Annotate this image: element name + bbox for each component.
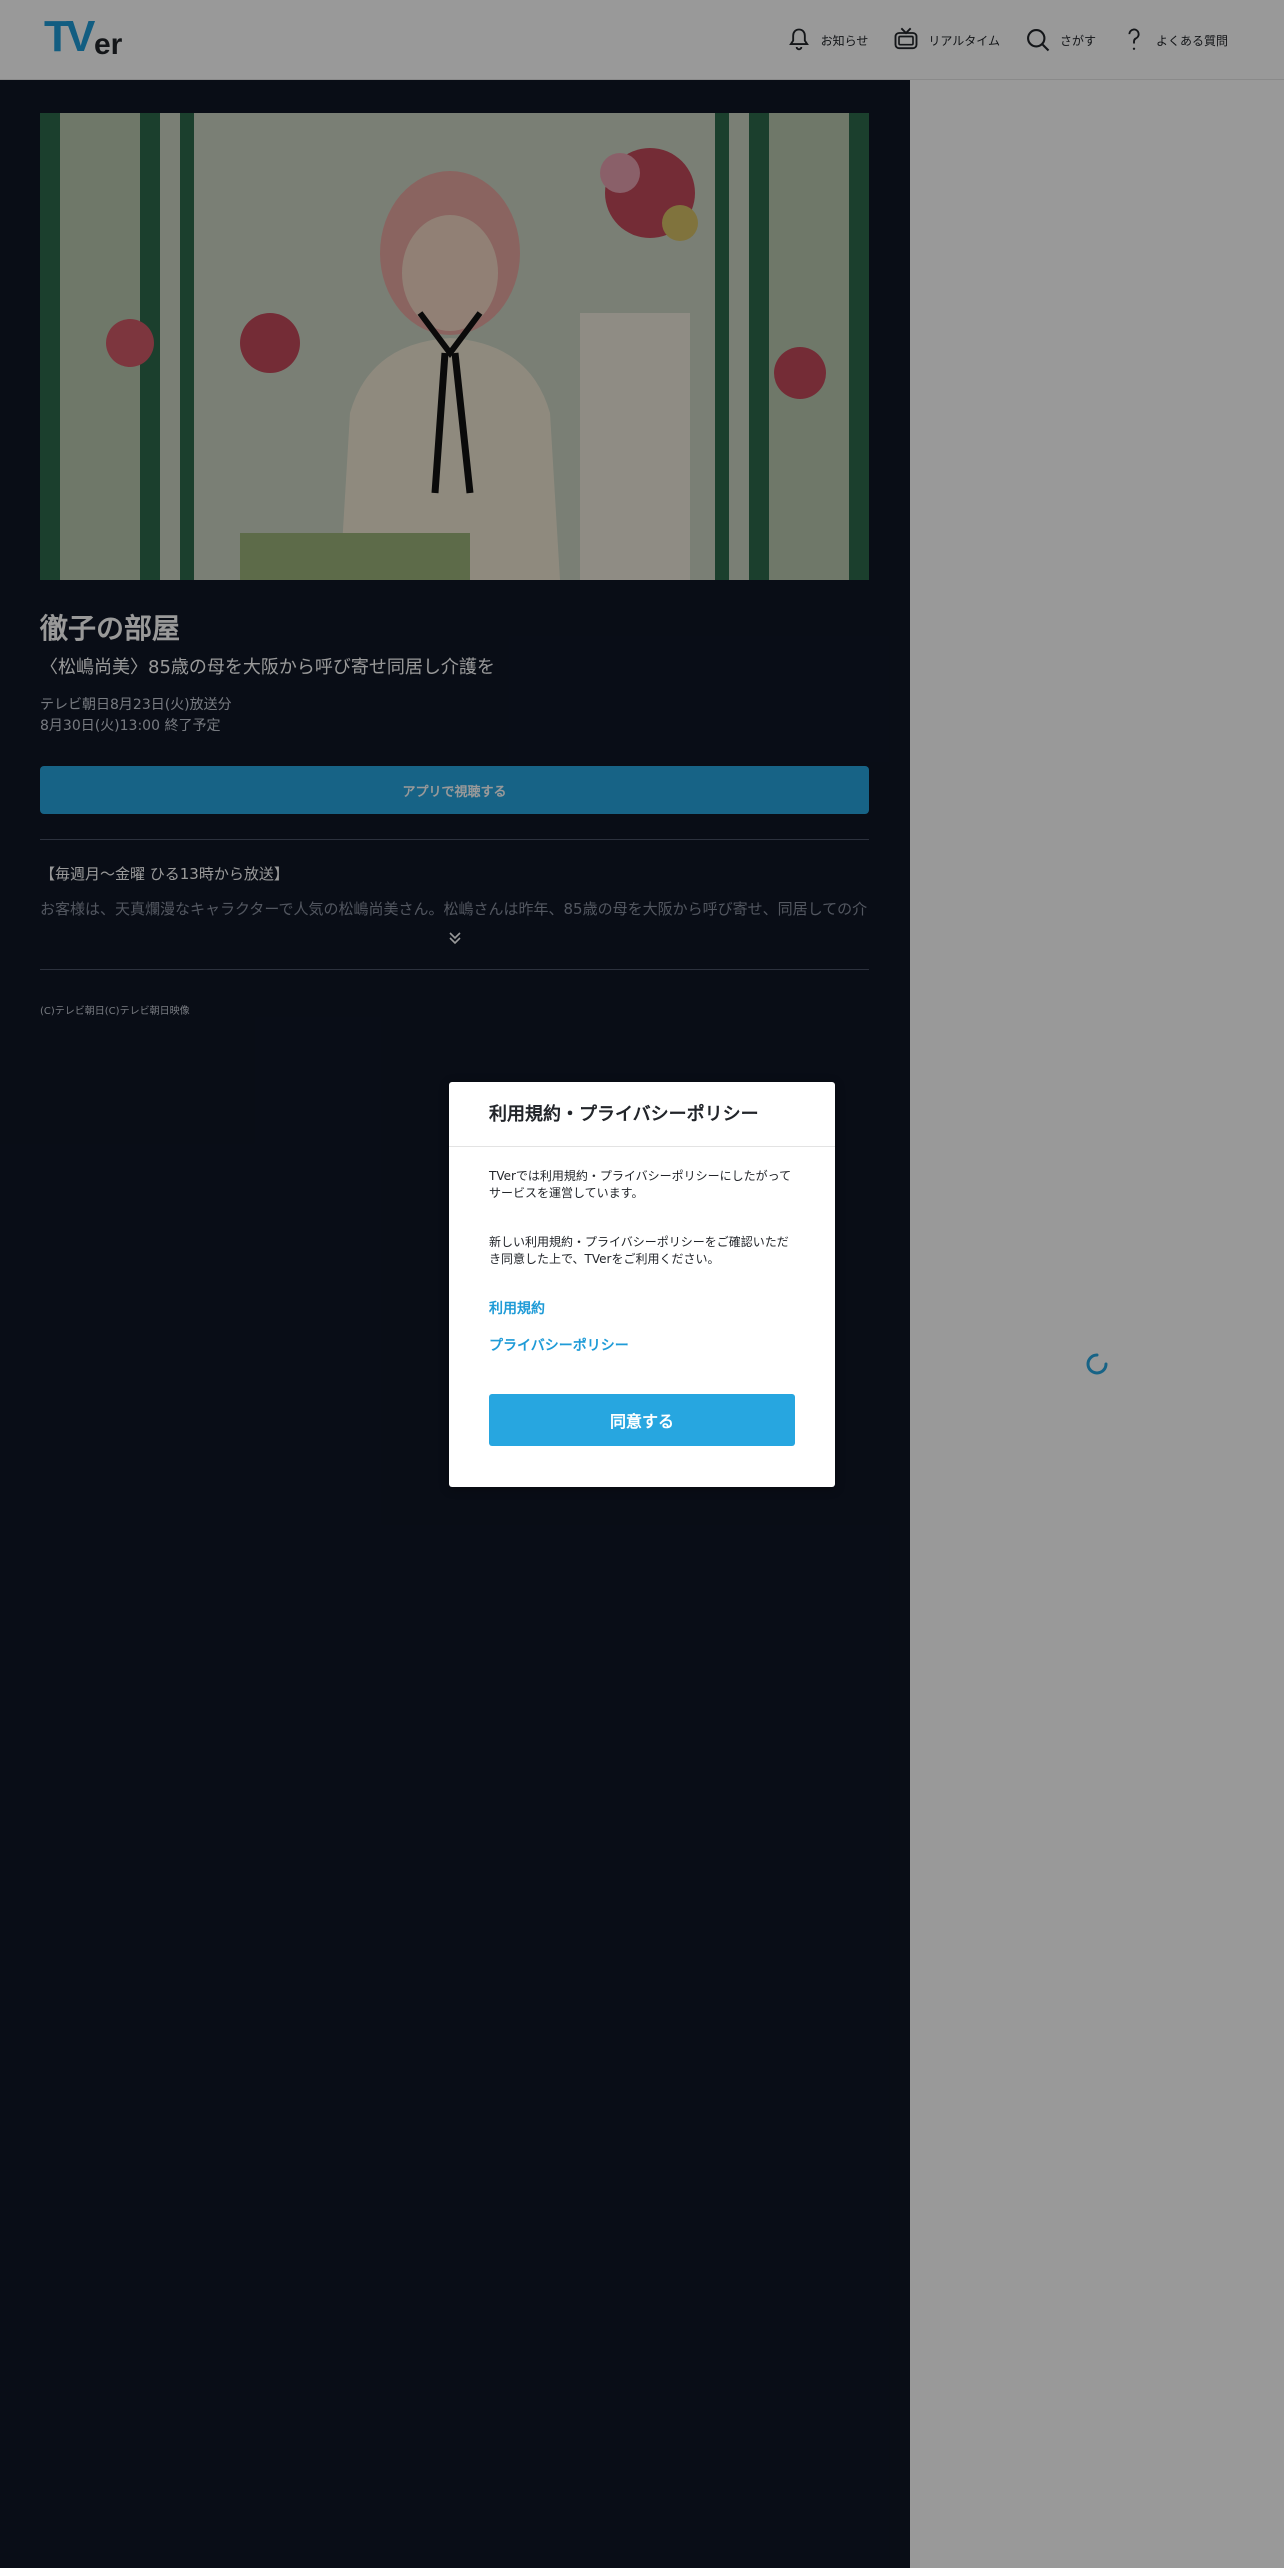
modal-paragraph-1: TVerでは利用規約・プライバシーポリシーにしたがってサービスを運営しています。 <box>489 1169 792 1200</box>
modal-title: 利用規約・プライバシーポリシー <box>489 1104 759 1125</box>
agree-button[interactable]: 同意する <box>489 1394 795 1446</box>
privacy-policy-link[interactable]: プライバシーポリシー <box>489 1335 629 1355</box>
terms-link[interactable]: 利用規約 <box>489 1298 545 1318</box>
modal-paragraph-2: 新しい利用規約・プライバシーポリシーをご確認いただき同意した上で、TVerをご利… <box>489 1235 789 1266</box>
divider <box>449 1146 835 1147</box>
terms-modal: 利用規約・プライバシーポリシー TVerでは利用規約・プライバシーポリシーにした… <box>449 1082 835 1487</box>
